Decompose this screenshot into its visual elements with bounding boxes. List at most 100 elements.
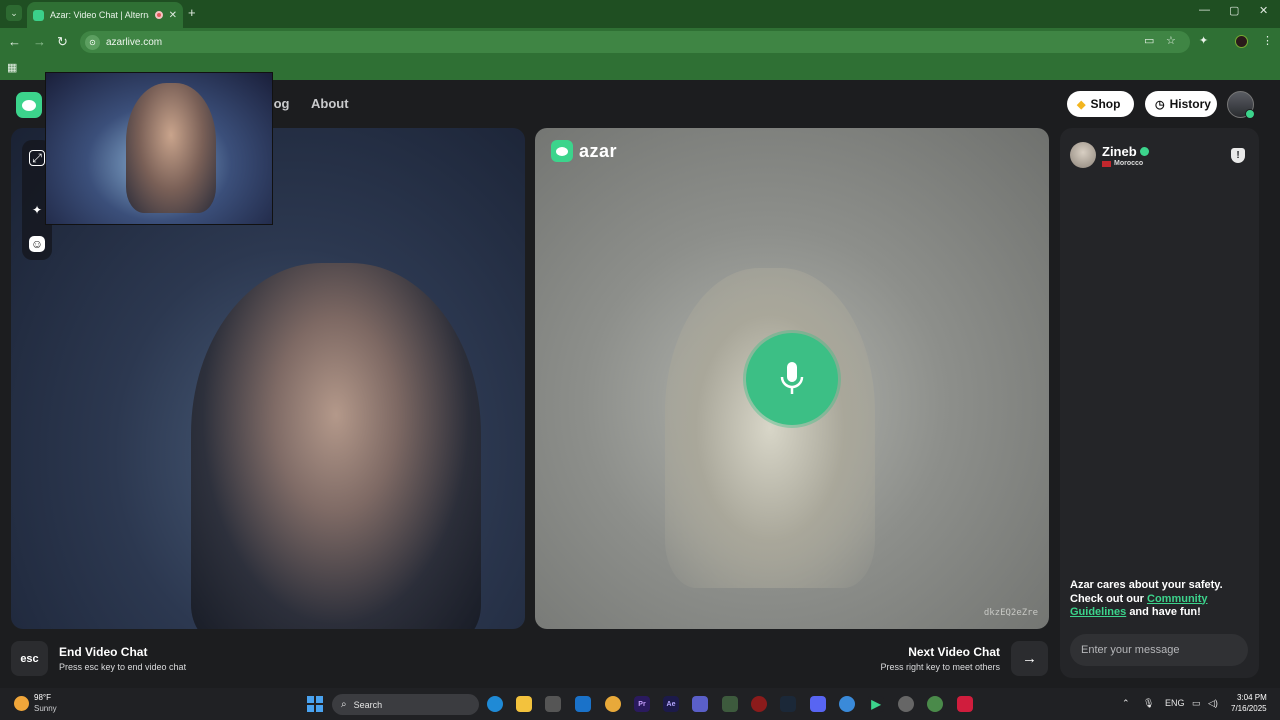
menu-dots-icon[interactable]: ⋮	[1262, 34, 1273, 47]
maximize-button[interactable]: ▢	[1229, 4, 1239, 17]
start-button[interactable]	[307, 696, 323, 712]
sun-icon[interactable]	[14, 696, 29, 711]
clock-date[interactable]: 7/16/2025	[1231, 704, 1267, 713]
after-effects-icon[interactable]: Ae	[663, 696, 679, 712]
store-icon[interactable]	[545, 696, 561, 712]
webcam-overlay	[45, 72, 273, 225]
azar-watermark-logo: azar	[551, 140, 617, 162]
azar-wordmark: azar	[579, 140, 618, 161]
new-tab-button[interactable]: +	[188, 5, 196, 20]
end-chat-button[interactable]: esc	[11, 641, 48, 676]
nav-about-link[interactable]: About	[311, 96, 349, 111]
online-badge	[1245, 109, 1255, 119]
weather-condition: Sunny	[34, 704, 57, 713]
back-arrow-icon[interactable]: ←	[8, 34, 21, 49]
webcam-face	[126, 83, 216, 213]
windows-taskbar: 98°F Sunny ⌕ Search Pr Ae ▶ ⌃ 🎙 ENG ▭ ◁)…	[0, 688, 1280, 720]
taskbar-search[interactable]: ⌕ Search	[332, 694, 479, 715]
weather-temperature: 98°F	[34, 693, 51, 702]
tab-search-button[interactable]: ⌄	[6, 5, 22, 21]
smile-icon[interactable]: ☺	[29, 236, 45, 252]
partner-avatar[interactable]	[1070, 142, 1096, 168]
azar-page: log About ◆ Shop ◷ History ⤢ ✦ ☺ azar dk…	[0, 72, 1280, 688]
sparkle-icon[interactable]: ✦	[29, 202, 45, 218]
history-label: History	[1169, 97, 1211, 111]
record-app-icon[interactable]	[751, 696, 767, 712]
search-icon: ⌕	[341, 699, 347, 710]
safety-line-2: Check out our	[1070, 592, 1144, 605]
recording-indicator-icon	[154, 11, 163, 19]
partner-country: Morocco	[1102, 160, 1143, 167]
message-input[interactable]	[1070, 634, 1248, 666]
app-icon[interactable]	[722, 696, 738, 712]
volume-icon[interactable]: ◁)	[1208, 698, 1218, 709]
clock-time[interactable]: 3:04 PM	[1237, 693, 1267, 702]
site-info-icon[interactable]: ⊙	[85, 34, 100, 50]
next-chat-button[interactable]: →	[1011, 641, 1048, 676]
network-icon[interactable]: ▭	[1192, 698, 1201, 709]
partner-video-feed	[665, 268, 875, 588]
session-id: dkzEQ2eZre	[983, 608, 1038, 618]
expand-icon[interactable]: ⤢	[29, 150, 45, 166]
discord-icon[interactable]	[810, 696, 826, 712]
reload-icon[interactable]: ↻	[57, 34, 68, 50]
chat-panel: Zineb Morocco ! Azar cares about your sa…	[1060, 128, 1259, 678]
partner-video-panel: azar dkzEQ2eZre	[535, 128, 1049, 629]
bookmark-star-icon[interactable]: ☆	[1166, 34, 1176, 47]
chrome-icon[interactable]	[605, 696, 621, 712]
shield-icon[interactable]: !	[1231, 148, 1245, 163]
tray-chevron-icon[interactable]: ⌃	[1122, 698, 1130, 709]
mic-tray-icon[interactable]: 🎙	[1143, 698, 1154, 709]
outlook-icon[interactable]	[575, 696, 591, 712]
shop-button[interactable]: ◆ Shop	[1067, 91, 1134, 117]
language-indicator[interactable]: ENG	[1165, 698, 1185, 708]
next-chat-hint: Press right key to meet others	[880, 662, 1000, 672]
steam-icon[interactable]	[780, 696, 796, 712]
address-bar[interactable]: ⊙ azarlive.com	[80, 31, 1190, 53]
self-video-feed	[191, 263, 481, 629]
chrome-active-icon[interactable]	[927, 696, 943, 712]
verified-badge-icon	[1140, 147, 1149, 156]
browser-toolbar: ← → ↻ ⊙ azarlive.com ▭ ☆ ✦ ⋮	[0, 28, 1280, 56]
file-explorer-icon[interactable]	[516, 696, 532, 712]
search-label: Search	[353, 699, 383, 710]
safety-line-1: Azar cares about your safety.	[1070, 579, 1223, 591]
chrome-alt-icon[interactable]	[839, 696, 855, 712]
play-icon[interactable]: ▶	[868, 696, 884, 712]
gem-icon: ◆	[1077, 98, 1086, 111]
edge-icon[interactable]	[487, 696, 503, 712]
safety-notice: Azar cares about your safety. Check out …	[1070, 579, 1252, 620]
clock-icon: ◷	[1155, 98, 1165, 111]
url-text: azarlive.com	[106, 36, 163, 48]
next-chat-title: Next Video Chat	[908, 645, 1000, 659]
country-label: Morocco	[1114, 160, 1144, 167]
user-avatar[interactable]	[1227, 91, 1255, 119]
extensions-icon[interactable]: ✦	[1199, 34, 1208, 47]
obs-icon[interactable]	[898, 696, 914, 712]
microphone-icon	[780, 362, 804, 394]
cast-icon[interactable]: ▭	[1144, 34, 1154, 47]
history-button[interactable]: ◷ History	[1145, 91, 1217, 117]
browser-tab-bar: ⌄ Azar: Video Chat | Alternati ✕ + — ▢ ✕	[0, 0, 1280, 28]
partner-name: Zineb	[1102, 144, 1137, 159]
microphone-button[interactable]	[746, 333, 838, 425]
safety-line-3: and have fun!	[1129, 606, 1201, 618]
profile-avatar[interactable]	[1235, 35, 1248, 48]
forward-arrow-icon[interactable]: →	[33, 34, 46, 49]
end-chat-hint: Press esc key to end video chat	[59, 662, 187, 672]
tab-title: Azar: Video Chat | Alternati	[50, 10, 149, 20]
premiere-icon[interactable]: Pr	[634, 696, 650, 712]
apps-grid-icon[interactable]: ▦	[7, 61, 17, 74]
azar-bubble-icon	[551, 140, 573, 162]
shop-label: Shop	[1090, 97, 1121, 111]
tab-close-button[interactable]: ✕	[169, 10, 177, 21]
azar-favicon-icon	[33, 9, 44, 21]
minimize-button[interactable]: —	[1199, 4, 1210, 16]
window-close-button[interactable]: ✕	[1259, 4, 1268, 17]
morocco-flag-icon	[1102, 160, 1111, 167]
azar-logo[interactable]	[16, 92, 42, 118]
app-red-icon[interactable]	[957, 696, 973, 712]
active-tab[interactable]: Azar: Video Chat | Alternati ✕	[27, 2, 183, 28]
end-chat-title: End Video Chat	[59, 645, 148, 659]
teams-icon[interactable]	[692, 696, 708, 712]
